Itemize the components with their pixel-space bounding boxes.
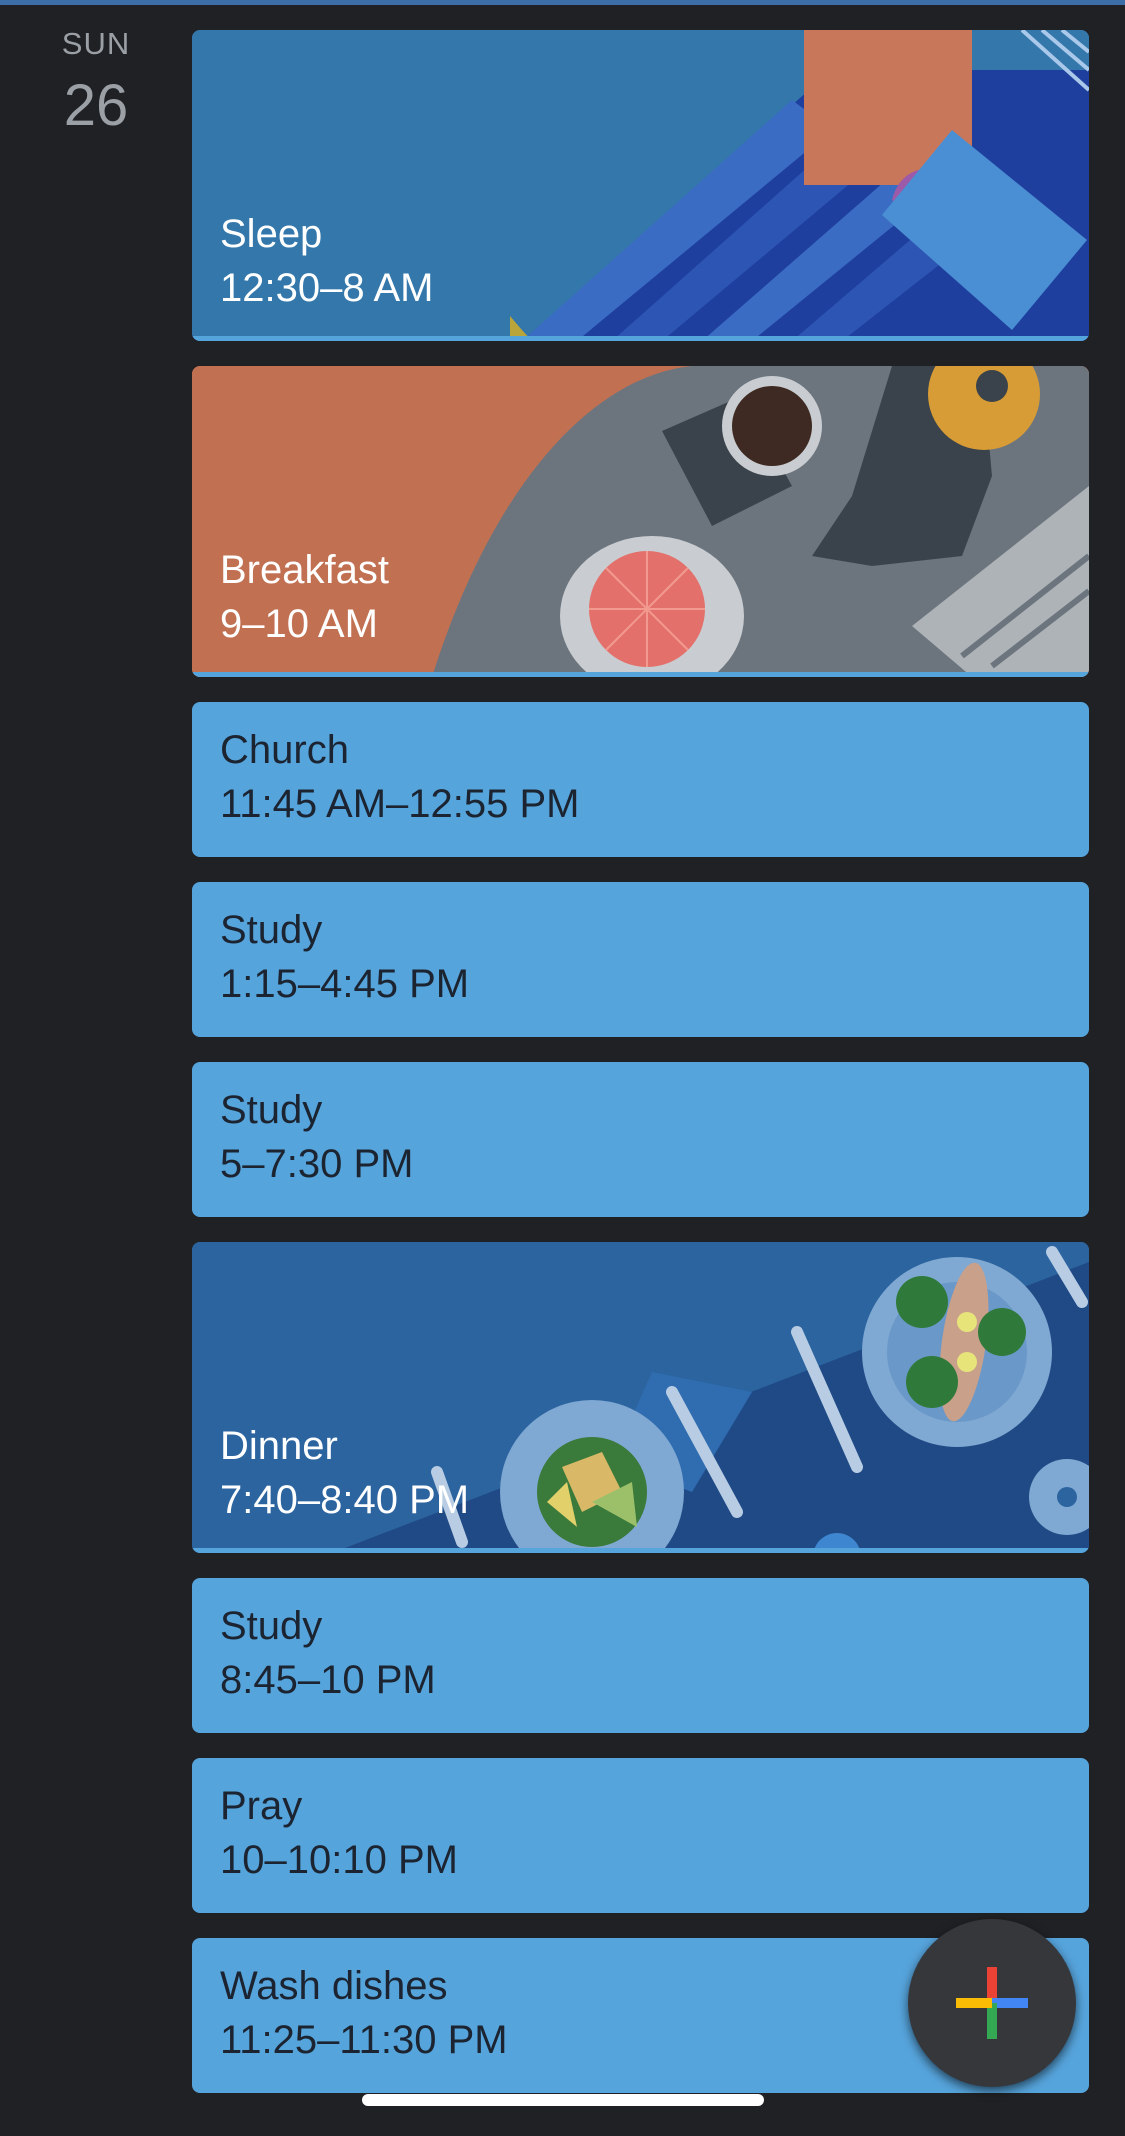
home-indicator[interactable]: [362, 2094, 764, 2106]
card-bottom-accent: [192, 1548, 1089, 1553]
event-card-sleep[interactable]: Sleep 12:30–8 AM: [192, 30, 1089, 341]
day-header[interactable]: SUN 26: [0, 22, 192, 139]
event-time: 1:15–4:45 PM: [220, 962, 470, 1006]
card-bottom-accent: [192, 336, 1089, 341]
create-event-button[interactable]: [908, 1919, 1076, 2087]
event-card-study[interactable]: Study 5–7:30 PM: [192, 1062, 1089, 1217]
event-card-study[interactable]: Study 8:45–10 PM: [192, 1578, 1089, 1733]
event-title: Study: [220, 1604, 323, 1648]
event-time: 5–7:30 PM: [220, 1142, 414, 1186]
event-title: Church: [220, 728, 349, 772]
event-title: Dinner: [220, 1424, 338, 1468]
event-time: 7:40–8:40 PM: [220, 1478, 470, 1522]
top-accent-bar: [0, 0, 1125, 5]
event-time: 12:30–8 AM: [220, 266, 434, 310]
event-card-church[interactable]: Church 11:45 AM–12:55 PM: [192, 702, 1089, 857]
event-title: Sleep: [220, 212, 323, 256]
event-title: Breakfast: [220, 548, 389, 592]
event-title: Pray: [220, 1784, 303, 1828]
event-title: Study: [220, 908, 323, 952]
weekday-label: SUN: [61, 26, 131, 61]
event-time: 11:45 AM–12:55 PM: [220, 782, 580, 826]
date-number: 26: [63, 73, 129, 138]
event-title: Study: [220, 1088, 323, 1132]
event-title: Wash dishes: [220, 1964, 448, 2008]
event-card-breakfast[interactable]: Breakfast 9–10 AM: [192, 366, 1089, 677]
event-time: 8:45–10 PM: [220, 1658, 436, 1702]
event-time: 9–10 AM: [220, 602, 378, 646]
event-card-pray[interactable]: Pray 10–10:10 PM: [192, 1758, 1089, 1913]
card-bottom-accent: [192, 672, 1089, 677]
event-time: 11:25–11:30 PM: [220, 2018, 508, 2062]
event-time: 10–10:10 PM: [220, 1838, 458, 1882]
plus-icon: [956, 1967, 1028, 2039]
event-card-study[interactable]: Study 1:15–4:45 PM: [192, 882, 1089, 1037]
event-card-dinner[interactable]: Dinner 7:40–8:40 PM: [192, 1242, 1089, 1553]
